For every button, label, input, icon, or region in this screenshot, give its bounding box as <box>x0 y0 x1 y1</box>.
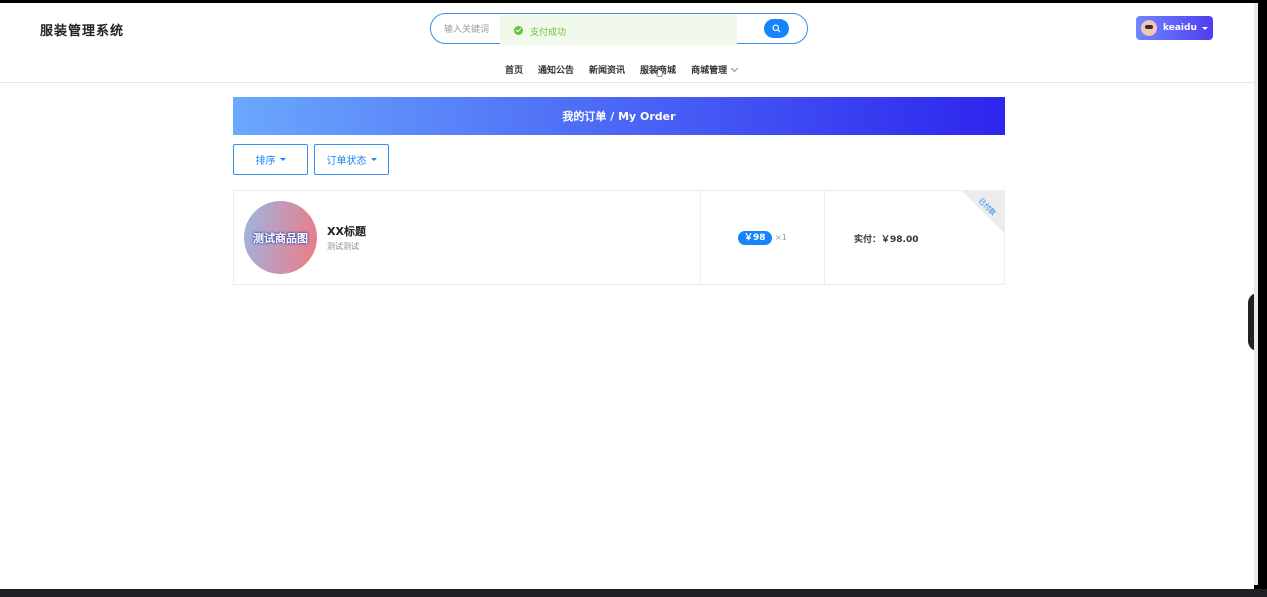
success-toast: 支付成功 <box>500 15 737 45</box>
main-nav: 首页 通知公告 新闻资讯 服装商城 商城管理 <box>0 61 1254 83</box>
nav-item-mall-management-label: 商城管理 <box>691 66 728 76</box>
scrollbar[interactable] <box>1254 3 1258 585</box>
site-logo[interactable]: 服装管理系统 <box>40 20 124 39</box>
status-ribbon: 已付款 <box>962 191 1004 233</box>
search-input[interactable]: 输入关键词 <box>444 22 489 35</box>
product-title[interactable]: XX标题 <box>327 223 366 239</box>
order-status-label: 订单状态 <box>326 156 367 167</box>
order-card[interactable]: 测试商品图 XX标题 测试测试 ￥98 ×1 实付：￥98.00 已付款 <box>233 190 1005 285</box>
window-top-border <box>0 0 1267 3</box>
user-menu-button[interactable]: keaidu <box>1136 16 1213 40</box>
paid-amount: 实付：￥98.00 <box>854 235 919 245</box>
caret-down-icon <box>279 158 286 161</box>
status-badge: 已付款 <box>976 196 998 218</box>
quantity: ×1 <box>775 233 787 242</box>
toast-message: 支付成功 <box>530 28 567 38</box>
product-image-text: 测试商品图 <box>253 231 308 245</box>
nav-item-notices[interactable]: 通知公告 <box>538 63 574 76</box>
search-button[interactable] <box>764 19 789 38</box>
sort-dropdown[interactable]: 排序 <box>233 144 308 175</box>
product-image[interactable]: 测试商品图 <box>244 201 317 274</box>
sort-label: 排序 <box>255 156 276 167</box>
caret-down-icon <box>370 158 377 161</box>
page-banner: 我的订单 / My Order <box>233 97 1005 135</box>
price-badge: ￥98 <box>738 231 772 245</box>
mouse-cursor-icon <box>655 67 663 77</box>
page: 服装管理系统 输入关键词 支付成功 keaidu 首页 通知公告 新闻资讯 服装… <box>0 0 1267 597</box>
page-title: 我的订单 / My Order <box>562 110 676 123</box>
chevron-down-icon <box>731 64 739 72</box>
nav-item-mall-management[interactable]: 商城管理 <box>691 63 739 76</box>
product-description: 测试测试 <box>327 242 359 251</box>
nav-item-news[interactable]: 新闻资讯 <box>589 63 625 76</box>
search-icon <box>772 24 781 33</box>
avatar <box>1141 20 1157 36</box>
order-status-dropdown[interactable]: 订单状态 <box>314 144 389 175</box>
column-divider <box>824 191 825 284</box>
window-right-edge <box>1254 0 1267 597</box>
check-circle-icon <box>514 26 523 35</box>
nav-item-home[interactable]: 首页 <box>505 63 523 76</box>
bottom-bar <box>0 589 1267 597</box>
caret-down-icon <box>1201 26 1208 30</box>
user-name: keaidu <box>1163 23 1197 33</box>
column-divider <box>700 191 701 284</box>
